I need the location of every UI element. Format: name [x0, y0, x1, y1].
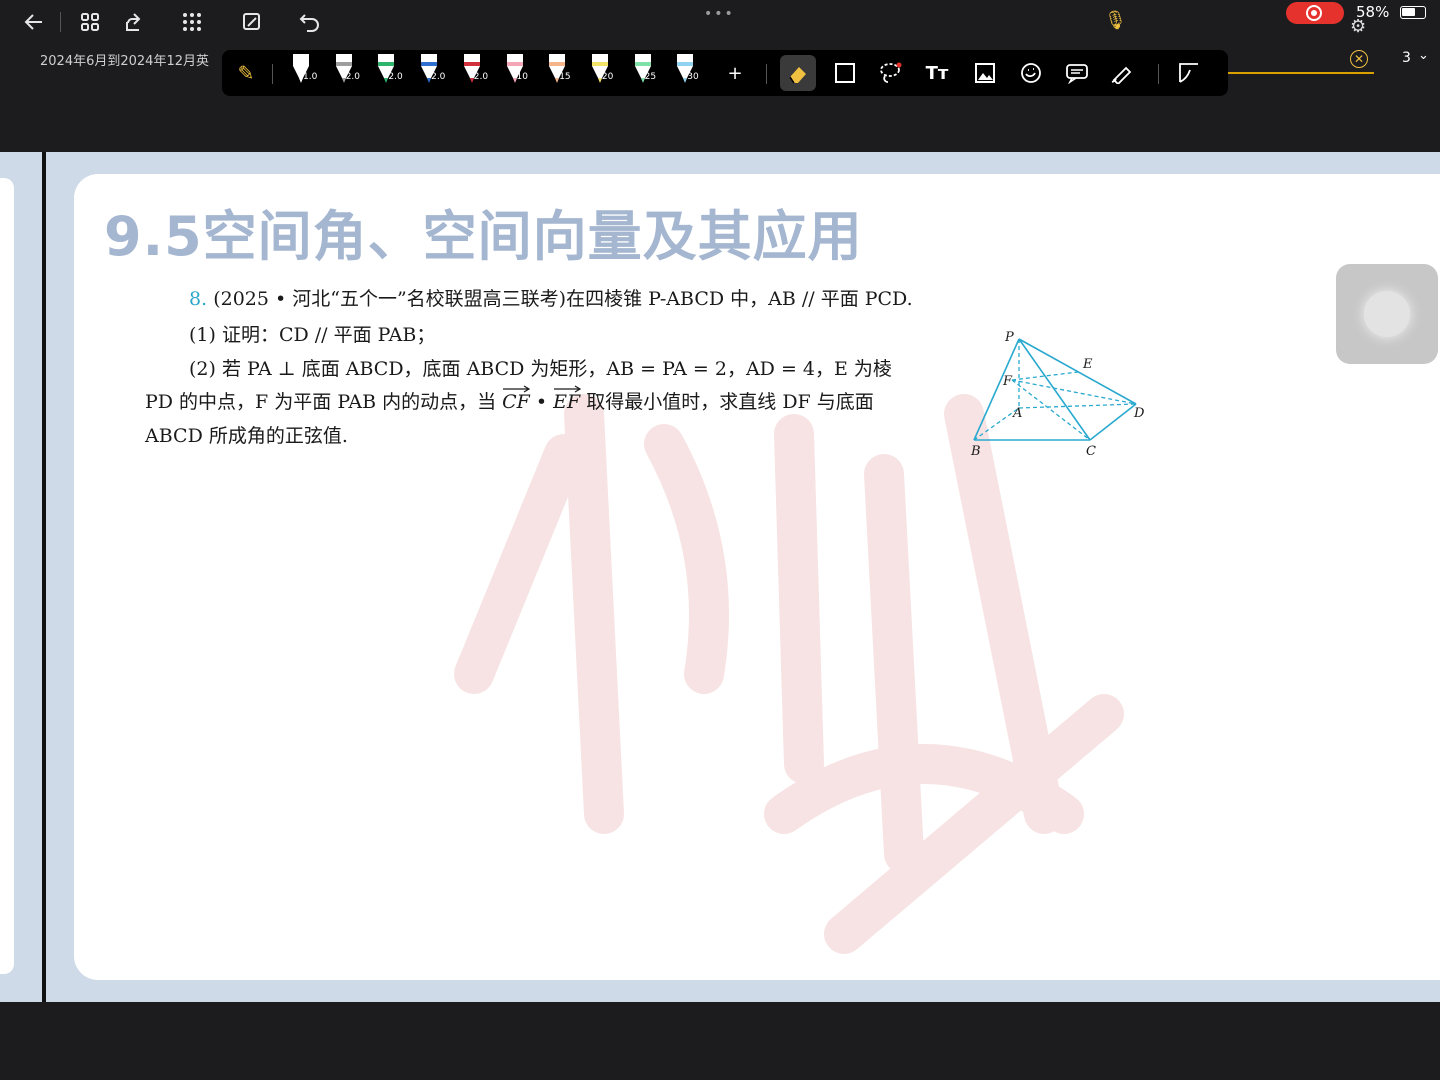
assistive-circle-icon	[1364, 291, 1410, 337]
pen-size-label: 2.0	[473, 72, 489, 82]
add-pen-button[interactable]: +	[720, 59, 750, 87]
vector-label: EF	[553, 391, 581, 413]
image-icon[interactable]	[970, 59, 1000, 87]
laser-icon[interactable]	[1108, 59, 1138, 87]
divider	[766, 64, 767, 84]
battery-icon	[1400, 6, 1426, 19]
vector-label: CF	[502, 391, 530, 413]
comment-icon[interactable]	[1062, 59, 1092, 87]
vector-cf: CF	[502, 385, 536, 413]
label-e: E	[1082, 357, 1093, 372]
question-number: 8.	[189, 288, 208, 310]
question-part-1: (1) 证明：CD // 平面 PAB；	[189, 324, 436, 346]
question-part-2-line-3: ABCD 所成角的正弦值.	[145, 425, 348, 447]
pen-2-button[interactable]: 2.0	[329, 52, 369, 92]
pen-size-label: 25	[644, 72, 657, 82]
pen-size-label: 1.0	[303, 72, 318, 82]
pen-size-label: 10	[516, 72, 528, 82]
label-b: B	[970, 444, 981, 458]
pen-1-button[interactable]: 1.0	[286, 52, 326, 92]
dot-operator: •	[535, 391, 554, 413]
pen-4-button[interactable]: 2.0	[414, 52, 454, 92]
text-icon[interactable]: Tт	[922, 59, 952, 87]
top-bar: ••• 🎙 58% ⚙	[0, 0, 1440, 44]
apps-icon[interactable]	[176, 6, 208, 38]
share-icon[interactable]	[118, 6, 150, 38]
search-field-underline[interactable]	[1228, 72, 1374, 74]
pen-8-button[interactable]: 20	[585, 52, 625, 92]
page-curl-icon[interactable]	[1174, 59, 1204, 87]
pen-size-label: 2.0	[431, 72, 446, 82]
lasso-icon[interactable]	[876, 59, 906, 87]
divider	[60, 12, 61, 32]
previous-page-edge[interactable]	[0, 178, 14, 974]
label-c: C	[1086, 444, 1096, 458]
pen-5-button[interactable]: 2.0	[457, 52, 497, 92]
pen-6-button[interactable]: 10	[500, 52, 540, 92]
vector-ef: EF	[553, 385, 586, 413]
back-arrow-icon[interactable]	[18, 6, 50, 38]
chevron-down-icon[interactable]: ⌄	[1418, 48, 1429, 63]
pen-7-button[interactable]: 15	[542, 52, 582, 92]
pen-toolbar: ✎ 1.0 2.0 2.0 2.0 2.0 10 15 20 25 30 + Tт	[222, 50, 1228, 96]
pen-settings-icon[interactable]: ✎	[232, 59, 260, 87]
pen-10-button[interactable]: 30	[670, 52, 710, 92]
label-d: D	[1133, 406, 1145, 421]
sticker-icon[interactable]	[1016, 59, 1046, 87]
edit-document-icon[interactable]	[236, 6, 268, 38]
grid-view-icon[interactable]	[74, 6, 106, 38]
page-number[interactable]: 3	[1402, 50, 1411, 66]
text-segment: PD 的中点，F 为平面 PAB 内的动点，当	[145, 391, 497, 413]
pyramid-figure: P E F A D B C	[970, 330, 1145, 458]
document-title: 2024年6月到2024年12月英	[40, 54, 209, 69]
settings-icon[interactable]: ⚙	[1350, 16, 1366, 37]
pen-3-button[interactable]: 2.0	[371, 52, 411, 92]
pen-size-label: 2.0	[388, 72, 403, 82]
eraser-icon[interactable]	[780, 55, 816, 91]
divider	[272, 64, 273, 84]
pen-size-label: 30	[687, 72, 699, 82]
record-icon	[1306, 5, 1322, 21]
close-circle-icon[interactable]: ✕	[1350, 50, 1368, 68]
pen-9-button[interactable]: 25	[628, 52, 668, 92]
text-segment: 取得最小值时，求直线 DF 与底面	[586, 391, 874, 413]
question-source-line: 8. (2025 • 河北“五个一”名校联盟高三联考)在四棱锥 P-ABCD 中…	[189, 288, 913, 311]
pen-size-label: 2.0	[345, 72, 361, 82]
divider	[1158, 64, 1159, 84]
pen-size-label: 20	[601, 72, 614, 82]
question-stem: (2025 • 河北“五个一”名校联盟高三联考)在四棱锥 P-ABCD 中，AB…	[213, 288, 913, 310]
more-dots-icon[interactable]: •••	[704, 6, 735, 22]
floating-assistive-button[interactable]	[1336, 264, 1438, 364]
question-part-2-line-1: (2) 若 PA ⊥ 底面 ABCD，底面 ABCD 为矩形，AB = PA =…	[189, 358, 892, 380]
bottom-bar	[0, 1002, 1440, 1080]
undo-icon[interactable]	[294, 6, 326, 38]
label-f: F	[1002, 374, 1013, 389]
label-p: P	[1004, 330, 1014, 345]
microphone-icon[interactable]: 🎙	[1104, 10, 1127, 31]
label-a: A	[1012, 406, 1022, 421]
page-divider	[42, 152, 46, 1002]
question-part-2-line-2: PD 的中点，F 为平面 PAB 内的动点，当 CF • EF 取得最小值时，求…	[145, 385, 874, 414]
pen-size-label: 15	[559, 72, 571, 82]
shape-icon[interactable]	[830, 59, 860, 87]
section-heading: 9.5空间角、空间向量及其应用	[104, 205, 863, 268]
